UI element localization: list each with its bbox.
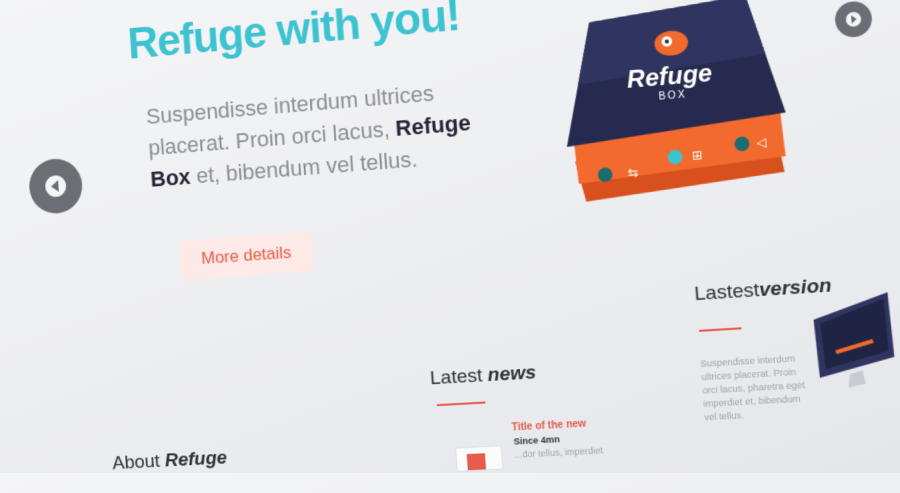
about-section-title: About Refuge [112,448,228,476]
version-title-underline [699,327,742,332]
version-description: Suspendisse interdum ultrices placerat. … [700,353,806,423]
news-title-bold: news [486,362,537,387]
svg-text:⊞: ⊞ [691,148,703,163]
previous-slide-button[interactable] [27,156,84,216]
chevron-left-icon [44,174,67,198]
about-title-plain: About [111,450,166,475]
chevron-right-icon [845,11,862,28]
hero-title: Refuge with you! [126,0,462,69]
news-title-underline [436,401,486,407]
news-item-thumbnail[interactable] [455,445,504,472]
more-details-button[interactable]: More details [178,231,315,281]
news-thumb-image [466,453,487,471]
news-section-title: Latest news [429,362,537,390]
version-title-plain: Lastest [693,279,760,306]
svg-text:◁: ◁ [756,135,767,150]
news-item-date: Since 4mn [513,434,561,447]
news-title-plain: Latest [429,364,489,390]
hero-description: Suspendisse interdum ultrices placerat. … [145,71,517,195]
news-item-title[interactable]: Title of the new [511,418,586,433]
box-logo-subtext: BOX [658,89,687,103]
refuge-box-product-image: Refuge BOX ⇆ ⊞ ◁ [552,0,796,203]
next-slide-button[interactable] [833,0,874,39]
svg-text:⇆: ⇆ [627,165,639,180]
news-item-text: ...dor tellus, imperdiet [514,445,604,460]
monitor-illustration [811,292,896,388]
homepage-stage: Refuge with you! Suspendisse interdum ul… [0,0,900,490]
about-title-bold: Refuge [164,447,228,472]
refuge-box-illustration: Refuge BOX ⇆ ⊞ ◁ [557,0,787,203]
monitor-icon [810,292,900,391]
